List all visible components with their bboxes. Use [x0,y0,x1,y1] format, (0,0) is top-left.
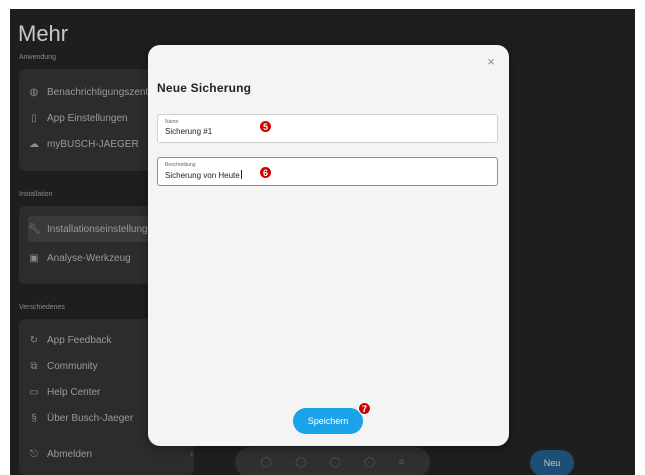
step-badge-5: 5 [259,120,272,133]
close-icon[interactable]: × [483,54,499,70]
menu-item-analyse-werkzeug[interactable]: ▣ Analyse-Werkzeug [28,245,131,271]
toolbar-icon[interactable]: ◯ [295,457,306,468]
chip-icon: ▣ [29,252,39,264]
menu-item-app-einstellungen[interactable]: ▯ App Einstellungen [28,105,128,131]
description-field-value: Sicherung von Heute [165,170,242,180]
chevron-right-icon: › [190,449,193,459]
section-label-anwendung: Anwendung [19,54,56,61]
toolbar-icon[interactable]: ◯ [330,457,341,468]
menu-item-label: myBUSCH-JAEGER [47,138,139,150]
menu-item-label: Benachrichtigungszent [47,86,149,98]
logout-icon: ⎋ [30,448,38,460]
name-field-label: Name [165,119,179,125]
menu-item-benachrichtigungszentrale[interactable]: ◍ Benachrichtigungszent [28,79,149,105]
info-icon: § [31,412,37,424]
menu-item-label: Installationseinstellung [47,223,148,235]
step-badge-6: 6 [259,166,272,179]
menu-item-abmelden[interactable]: ⎋ Abmelden [28,441,92,467]
phone-icon: ▯ [31,112,37,124]
menu-item-app-feedback[interactable]: ↻ App Feedback [28,327,112,353]
step-badge-7: 7 [358,402,371,415]
menu-item-label: App Einstellungen [47,112,128,124]
menu-item-community[interactable]: ⧉ Community [28,353,98,379]
section-label-verschiedenes: Verschiedenes [19,304,65,311]
text-caret [240,170,242,179]
menu-item-label: App Feedback [47,334,112,346]
name-field[interactable]: Name Sicherung #1 [157,114,498,143]
save-button[interactable]: Speichern [293,408,363,434]
description-field[interactable]: Beschreibung Sicherung von Heute [157,157,498,186]
menu-item-label: Über Busch-Jaeger [47,412,134,424]
menu-item-help-center[interactable]: ▭ Help Center [28,379,100,405]
toolbar-icon[interactable]: ≡ [399,457,405,468]
community-icon: ⧉ [30,360,38,372]
name-field-value: Sicherung #1 [165,127,213,136]
menu-item-label: Help Center [47,386,101,398]
section-label-installation: Installation [19,191,53,198]
wrench-icon: 🔧︎ [28,223,41,235]
help-icon: ▭ [29,386,39,398]
cloud-icon: ☁ [29,138,39,150]
toolbar-icon[interactable]: ◯ [261,457,272,468]
dialog-title: Neue Sicherung [157,81,252,95]
menu-item-mybusch-jaeger[interactable]: ☁ myBUSCH-JAEGER [28,131,139,157]
new-button[interactable]: Neu [530,450,574,475]
menu-item-label: Abmelden [47,448,93,460]
menu-item-label: Community [47,360,98,372]
menu-item-ueber-busch-jaeger[interactable]: § Über Busch-Jaeger [28,405,133,431]
feedback-icon: ↻ [29,334,39,346]
bell-icon: ◍ [29,86,39,98]
menu-item-label: Analyse-Werkzeug [47,252,131,264]
description-text: Sicherung von Heute [165,171,240,180]
page-title: Mehr [18,21,69,46]
new-backup-dialog: × Neue Sicherung Name Sicherung #1 5 Bes… [148,45,509,446]
bottom-toolbar: ◯ ◯ ◯ ◯ ≡ [235,447,430,475]
description-field-label: Beschreibung [165,162,196,168]
toolbar-icon[interactable]: ◯ [364,457,375,468]
